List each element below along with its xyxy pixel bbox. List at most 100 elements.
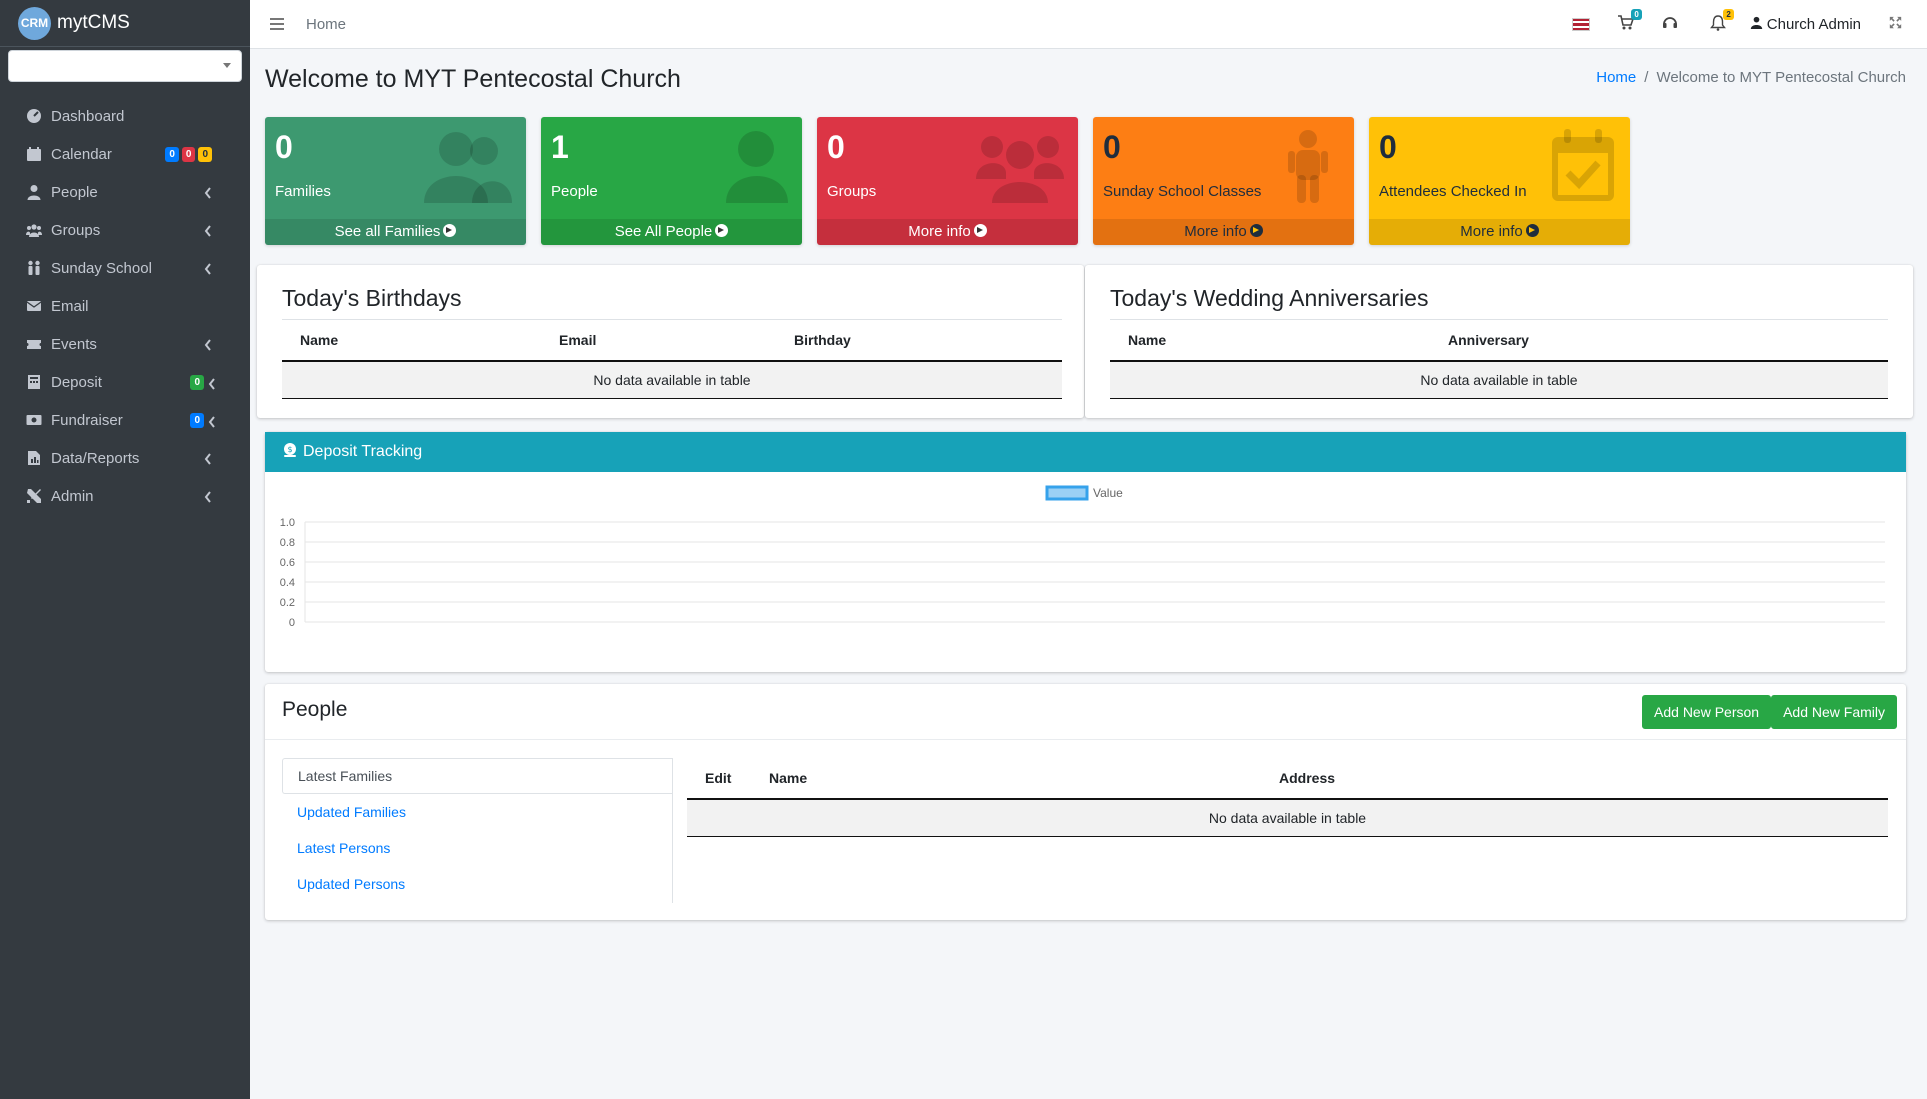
y-tick-label: 0 <box>289 617 295 629</box>
bank-icon <box>25 374 42 391</box>
cart-button[interactable]: 0 <box>1617 8 1642 35</box>
stat-label: Sunday School Classes <box>1103 183 1262 200</box>
ticket-icon <box>25 336 42 353</box>
column-header[interactable]: Anniversary <box>1430 320 1888 362</box>
anniversaries-title: Today's Wedding Anniversaries <box>1110 285 1888 320</box>
stat-label: Groups <box>827 183 877 200</box>
users-group-icon <box>976 129 1064 203</box>
breadcrumb-separator: / <box>1644 69 1649 86</box>
sidebar-item-label: Fundraiser <box>51 411 123 429</box>
stat-link[interactable]: More info <box>1093 219 1354 245</box>
sidebar-item-sunday-school[interactable]: Sunday School <box>0 249 250 287</box>
expand-icon <box>1889 16 1902 33</box>
notifications-button[interactable]: 2 <box>1709 8 1734 35</box>
column-header[interactable]: Birthday <box>776 320 1062 362</box>
column-header[interactable]: Email <box>541 320 776 362</box>
sidebar-item-label: Dashboard <box>51 107 125 125</box>
stat-number: 0 <box>1103 129 1121 165</box>
sidebar-item-dashboard[interactable]: Dashboard <box>0 97 250 135</box>
sidebar-item-data-reports[interactable]: Data/Reports <box>0 439 250 477</box>
tab-latest-persons[interactable]: Latest Persons <box>282 830 672 866</box>
column-header[interactable]: Address <box>1261 758 1888 800</box>
language-flag-icon[interactable] <box>1571 18 1590 31</box>
column-header[interactable]: Name <box>1110 320 1430 362</box>
stat-number: 0 <box>1379 129 1397 165</box>
user-icon <box>25 184 42 201</box>
chevron-left-icon <box>208 415 216 428</box>
sidebar-item-admin[interactable]: Admin <box>0 477 250 515</box>
column-header[interactable]: Name <box>282 320 541 362</box>
chevron-left-icon <box>204 224 212 237</box>
stat-number: 0 <box>827 129 845 165</box>
fundraiser-badge-group: 0 <box>190 413 216 428</box>
tab-updated-persons[interactable]: Updated Persons <box>282 866 672 902</box>
sidebar-item-label: Groups <box>51 221 101 239</box>
sidebar-item-email[interactable]: Email <box>0 287 250 325</box>
user-name: Church Admin <box>1766 16 1861 33</box>
stat-link-label: See all Families <box>334 223 441 240</box>
add-new-person-button[interactable]: Add New Person <box>1642 695 1772 729</box>
stat-link-label: More info <box>1184 223 1247 240</box>
breadcrumb-home-link[interactable]: Home <box>1596 69 1636 86</box>
column-header[interactable]: Name <box>751 758 1261 800</box>
empty-table-message: No data available in table <box>282 361 1062 399</box>
stat-link[interactable]: More info <box>1369 219 1630 245</box>
y-tick-label: 0.8 <box>280 537 295 549</box>
arrow-circle-right-icon <box>715 224 729 237</box>
chevron-down-icon <box>223 63 231 68</box>
fullscreen-button[interactable] <box>1889 16 1902 33</box>
stat-box-sunday-school: 0 Sunday School Classes More info <box>1093 117 1354 245</box>
stat-label: Attendees Checked In <box>1379 183 1527 200</box>
sidebar-item-people[interactable]: People <box>0 173 250 211</box>
money-icon <box>25 412 42 429</box>
sidebar-item-deposit[interactable]: Deposit 0 <box>0 363 250 401</box>
people-title: People <box>282 698 348 721</box>
y-tick-label: 0.2 <box>280 597 295 609</box>
stat-box-groups: 0 Groups More info <box>817 117 1078 245</box>
y-tick-label: 1.0 <box>280 517 295 529</box>
people-table: Edit Name Address No data available in t… <box>687 758 1888 837</box>
stat-number: 0 <box>275 129 293 165</box>
sidebar: CRM mytCMS Dashboard Calendar 0 0 0 Peop… <box>0 0 250 1099</box>
sidebar-item-label: Deposit <box>51 373 102 391</box>
brand-name: mytCMS <box>57 12 130 33</box>
chart-grid <box>305 521 1885 623</box>
badge: 0 <box>190 413 204 428</box>
chart-legend[interactable]: Value <box>1045 485 1123 501</box>
sidebar-item-events[interactable]: Events <box>0 325 250 363</box>
sidebar-search-select[interactable] <box>8 50 242 82</box>
chevron-left-icon <box>204 262 212 275</box>
sidebar-item-label: Admin <box>51 487 94 505</box>
page-title: Welcome to MYT Pentecostal Church <box>265 65 681 93</box>
tools-icon <box>25 488 42 505</box>
brand-logo: CRM <box>18 6 51 40</box>
brand[interactable]: CRM mytCMS <box>0 0 250 47</box>
svg-text:$: $ <box>287 445 292 454</box>
sidebar-item-fundraiser[interactable]: Fundraiser 0 <box>0 401 250 439</box>
empty-table-message: No data available in table <box>687 799 1888 837</box>
tab-updated-families[interactable]: Updated Families <box>282 794 672 830</box>
sidebar-item-groups[interactable]: Groups <box>0 211 250 249</box>
y-axis: 1.0 0.8 0.6 0.4 0.2 0 <box>280 517 306 629</box>
user-menu[interactable]: Church Admin <box>1750 16 1861 33</box>
y-tick-label: 0.4 <box>280 577 295 589</box>
user-icon <box>700 129 788 203</box>
column-header[interactable]: Edit <box>687 758 751 800</box>
tab-latest-families[interactable]: Latest Families <box>282 758 672 794</box>
support-button[interactable] <box>1662 15 1678 35</box>
sidebar-nav: Dashboard Calendar 0 0 0 People Groups S… <box>0 97 250 515</box>
menu-toggle-icon[interactable] <box>270 15 284 33</box>
stat-link[interactable]: More info <box>817 219 1078 245</box>
stat-link[interactable]: See all Families <box>265 219 526 245</box>
deposit-tracking-card: $ Deposit Tracking Value 1.0 0.8 0.6 0.4 0.2… <box>265 432 1906 672</box>
stat-link[interactable]: See All People <box>541 219 802 245</box>
sidebar-item-calendar[interactable]: Calendar 0 0 0 <box>0 135 250 173</box>
topbar: Home 0 2 Church Admin <box>250 0 1927 49</box>
deposit-tracking-title: Deposit Tracking <box>303 443 423 460</box>
add-new-family-button[interactable]: Add New Family <box>1771 695 1897 729</box>
top-home-link[interactable]: Home <box>306 16 346 33</box>
stat-link-label: More info <box>908 223 971 240</box>
stat-number: 1 <box>551 129 569 165</box>
sidebar-item-label: Email <box>51 297 89 315</box>
sidebar-item-label: Events <box>51 335 97 353</box>
